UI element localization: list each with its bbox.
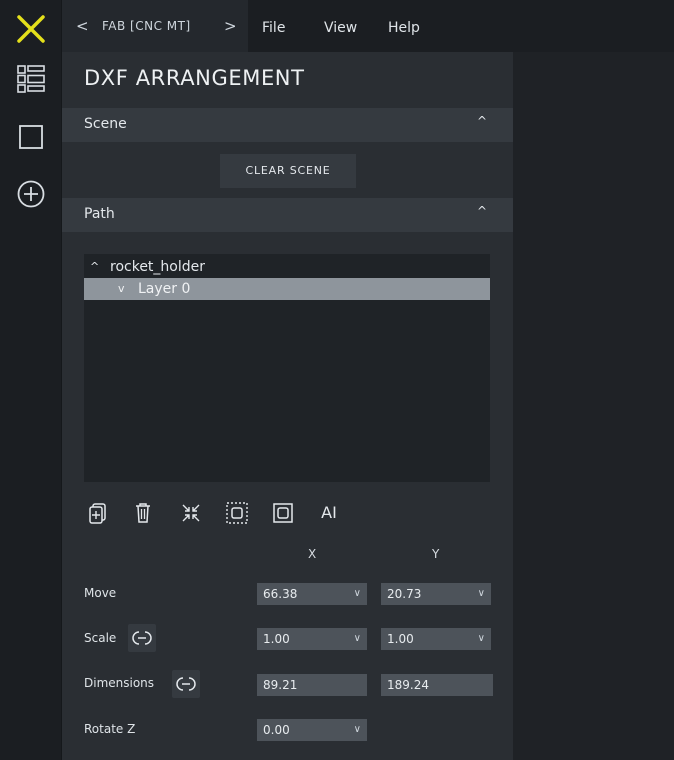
tree-item-label: Layer 0	[138, 281, 191, 297]
frame-select-icon[interactable]	[222, 498, 252, 528]
move-y-value: 20.73	[387, 587, 422, 601]
delete-icon[interactable]	[128, 498, 158, 528]
scale-link-button[interactable]	[128, 624, 156, 652]
path-heading: Path	[84, 206, 115, 222]
tree-item-layer-0[interactable]: v Layer 0	[84, 278, 490, 300]
chevron-down-icon: ∨	[353, 633, 361, 644]
shrink-icon[interactable]	[176, 498, 206, 528]
list-view-icon[interactable]	[14, 62, 48, 96]
menu-view[interactable]: View	[324, 20, 357, 36]
left-rail	[0, 0, 62, 760]
collapse-icon[interactable]: ^	[477, 114, 487, 128]
clear-scene-button[interactable]: CLEAR SCENE	[220, 154, 356, 188]
viewport-area[interactable]	[513, 52, 674, 760]
add-layer-icon[interactable]	[84, 498, 114, 528]
rotate-z-value: 0.00	[263, 723, 290, 737]
expand-icon[interactable]: ^	[90, 256, 99, 278]
y-axis-label: Y	[432, 547, 440, 561]
dxf-arrangement-panel: DXF ARRANGEMENT Scene ^ CLEAR SCENE Path…	[62, 52, 513, 760]
dimensions-link-button[interactable]	[172, 670, 200, 698]
add-circle-icon[interactable]	[14, 177, 48, 211]
dimensions-y-input[interactable]: 189.24	[381, 674, 493, 696]
rotate-z-select[interactable]: 0.00 ∨	[257, 719, 367, 741]
prev-project-button[interactable]: <	[76, 17, 89, 35]
scale-y-select[interactable]: 1.00 ∨	[381, 628, 491, 650]
copy-icon[interactable]	[268, 498, 298, 528]
text-icon[interactable]: AI	[314, 498, 344, 528]
x-axis-label: X	[308, 547, 317, 561]
dimensions-label: Dimensions	[84, 676, 155, 690]
top-bar: < FAB [CNC MT] > File View Help	[62, 0, 674, 52]
square-icon[interactable]	[14, 120, 48, 154]
chevron-down-icon: ∨	[353, 588, 361, 599]
scale-x-select[interactable]: 1.00 ∨	[257, 628, 367, 650]
rotate-z-label: Rotate Z	[84, 722, 136, 736]
scale-x-value: 1.00	[263, 632, 290, 646]
project-name[interactable]: FAB [CNC MT]	[102, 19, 191, 33]
move-label: Move	[84, 586, 117, 600]
panel-title: DXF ARRANGEMENT	[84, 66, 305, 90]
move-x-value: 66.38	[263, 587, 298, 601]
path-section-header[interactable]: Path ^	[62, 198, 513, 232]
menu-file[interactable]: File	[262, 20, 285, 36]
scale-label: Scale	[84, 631, 117, 645]
app-logo-icon[interactable]	[16, 14, 46, 44]
project-switcher: < FAB [CNC MT] >	[62, 0, 248, 52]
dimensions-x-value: 89.21	[263, 678, 298, 692]
scene-heading: Scene	[84, 116, 127, 132]
layer-tree: ^ rocket_holder v Layer 0	[84, 254, 490, 482]
move-x-select[interactable]: 66.38 ∨	[257, 583, 367, 605]
dimensions-y-value: 189.24	[387, 678, 429, 692]
dimensions-x-input[interactable]: 89.21	[257, 674, 367, 696]
chevron-down-icon: ∨	[353, 724, 361, 735]
move-y-select[interactable]: 20.73 ∨	[381, 583, 491, 605]
link-icon	[132, 631, 152, 645]
menu-help[interactable]: Help	[388, 20, 420, 36]
scene-section-header[interactable]: Scene ^	[62, 108, 513, 142]
chevron-down-icon: ∨	[477, 588, 485, 599]
scale-y-value: 1.00	[387, 632, 414, 646]
tree-item-label: rocket_holder	[110, 259, 206, 275]
tree-item-rocket-holder[interactable]: ^ rocket_holder	[84, 256, 490, 278]
next-project-button[interactable]: >	[224, 17, 237, 35]
chevron-down-icon: ∨	[477, 633, 485, 644]
link-icon	[176, 677, 196, 691]
chevron-down-icon[interactable]: v	[118, 278, 125, 300]
collapse-icon[interactable]: ^	[477, 204, 487, 218]
